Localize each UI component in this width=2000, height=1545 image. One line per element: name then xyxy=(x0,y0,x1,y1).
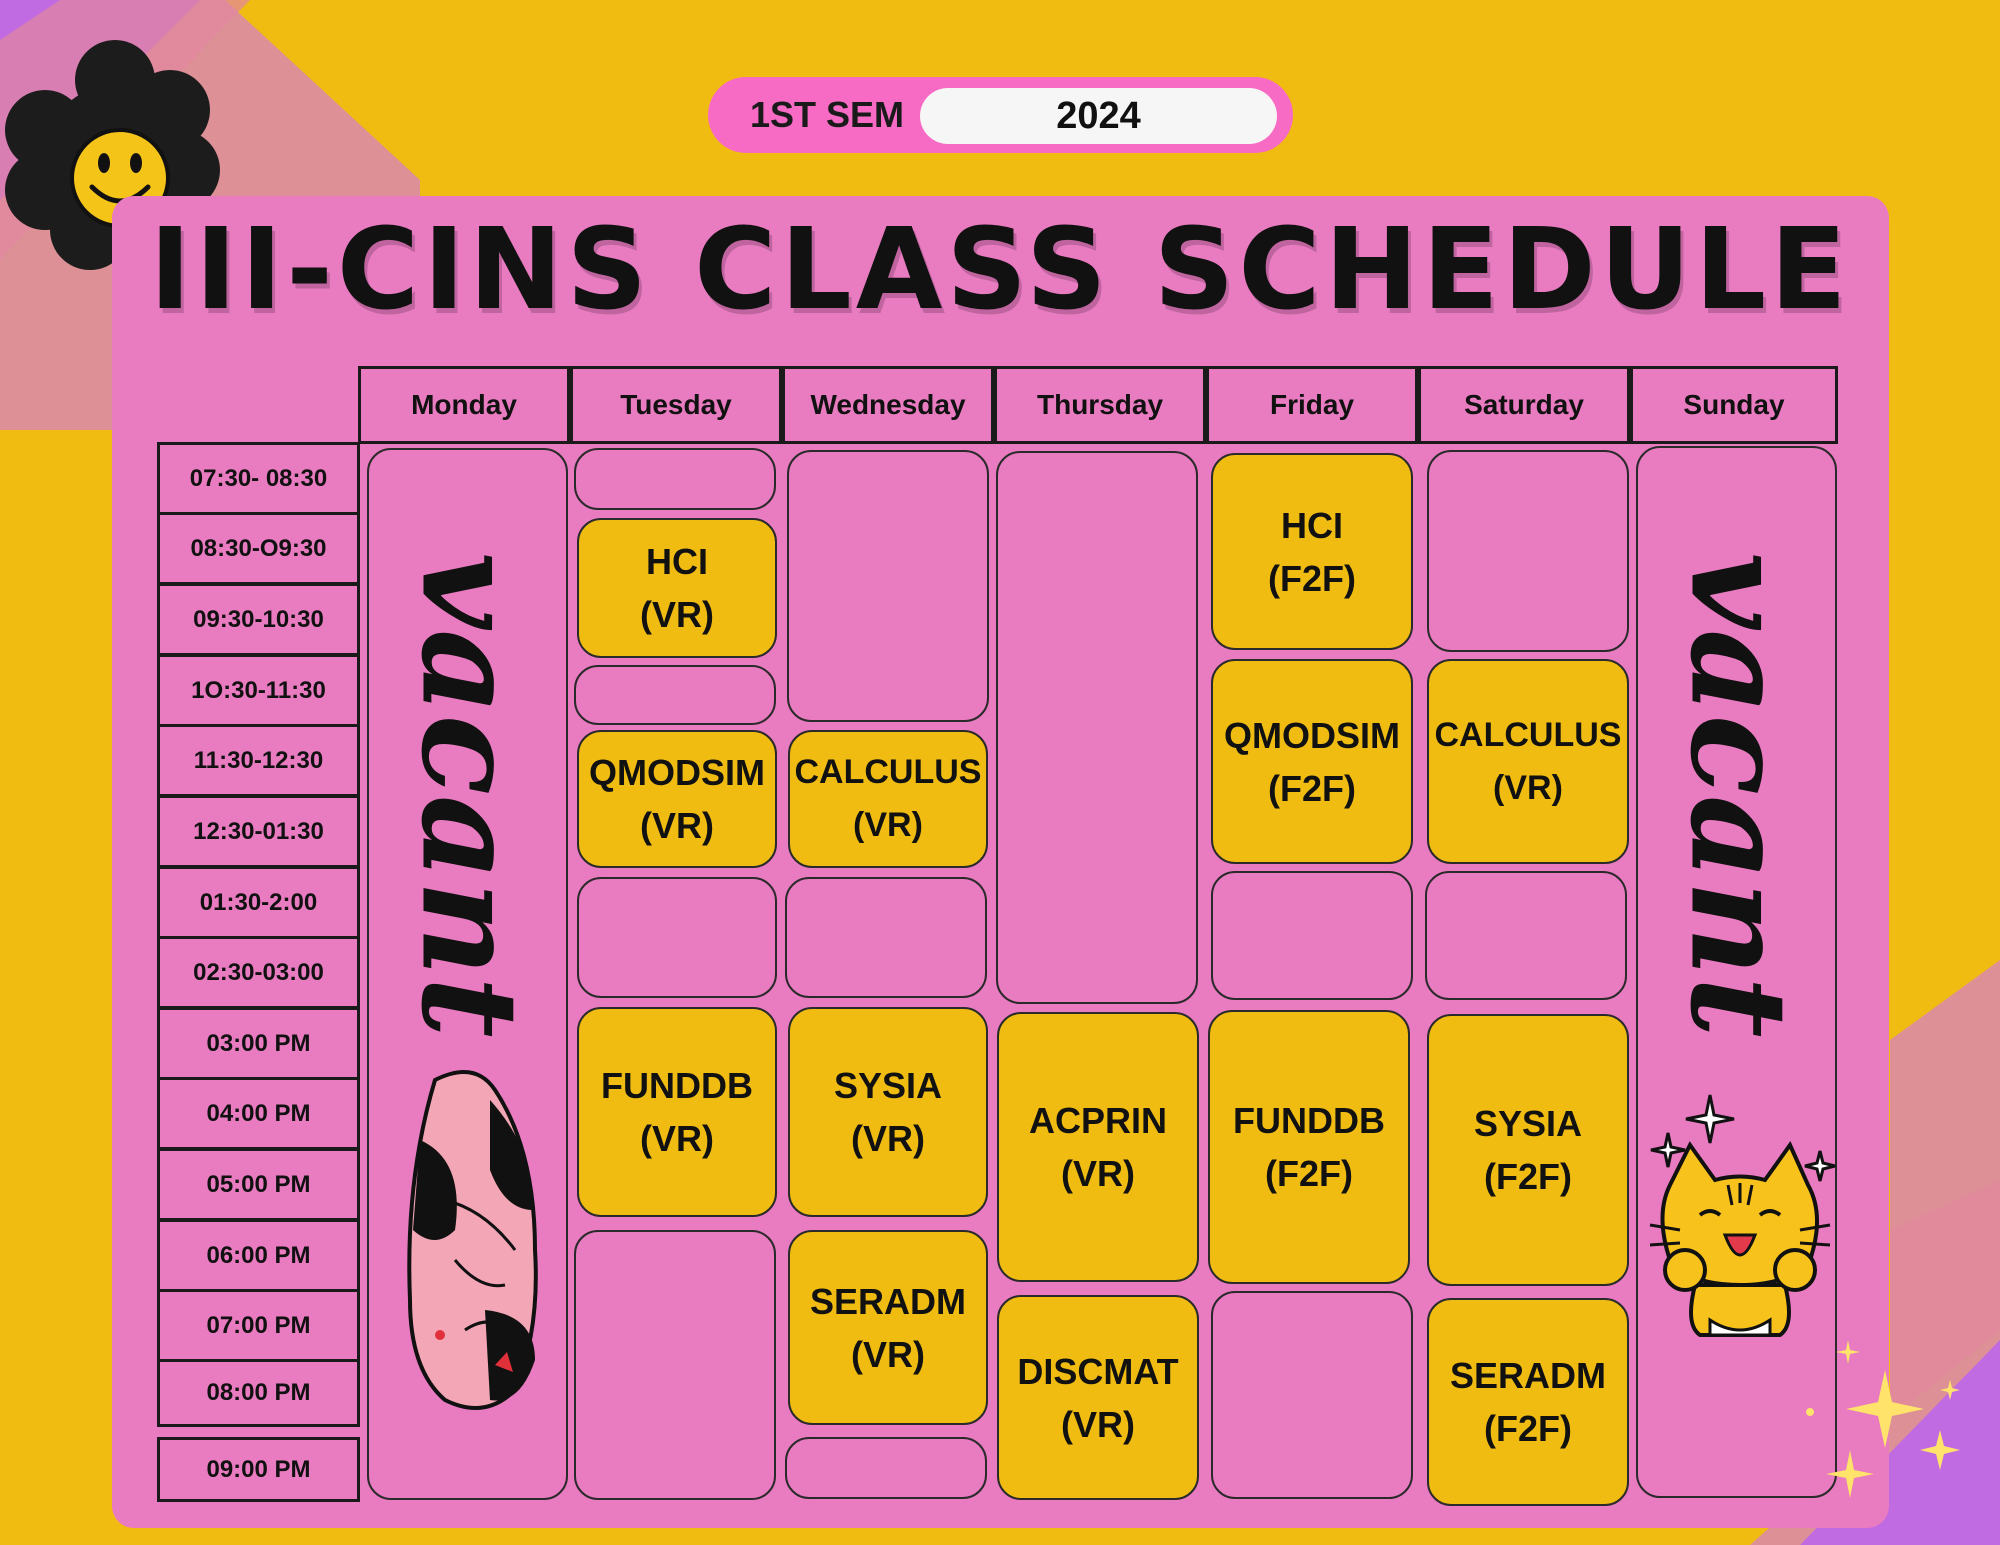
class-label: SERADM (VR) xyxy=(809,1280,966,1375)
sleeping-cat-icon xyxy=(395,1060,555,1420)
time-slot: 07:00 PM xyxy=(157,1289,360,1362)
semester-label: 1ST SEM xyxy=(750,94,905,135)
time-slot: 08:30-O9:30 xyxy=(157,512,360,585)
time-slot: 06:00 PM xyxy=(157,1219,360,1292)
day-header-wednesday: Wednesday xyxy=(782,366,994,444)
class-label: QMODSIM (F2F) xyxy=(1224,714,1400,809)
class-label: HCI (VR) xyxy=(640,541,714,635)
empty-slot xyxy=(577,877,777,998)
class-label: ACPRIN (VR) xyxy=(1028,1100,1167,1194)
empty-slot xyxy=(996,451,1198,1004)
empty-slot xyxy=(787,450,989,722)
empty-slot xyxy=(574,1230,776,1500)
class-block[interactable]: SYSIA (F2F) xyxy=(1427,1014,1629,1286)
time-slot: 11:30-12:30 xyxy=(157,724,360,797)
day-header-friday: Friday xyxy=(1206,366,1418,444)
empty-slot xyxy=(1211,871,1413,1000)
day-header-saturday: Saturday xyxy=(1418,366,1630,444)
empty-slot xyxy=(1211,1291,1413,1499)
day-header-monday: Monday xyxy=(358,366,570,444)
sparkle-icon xyxy=(1790,1330,1990,1530)
class-block[interactable]: QMODSIM (F2F) xyxy=(1211,659,1413,864)
class-label: DISCMAT (VR) xyxy=(1017,1350,1179,1445)
class-block[interactable]: FUNDDB (VR) xyxy=(577,1007,777,1217)
class-block[interactable]: CALCULUS (VR) xyxy=(788,730,988,868)
class-label: HCI (F2F) xyxy=(1268,504,1356,599)
time-slot: 09:30-10:30 xyxy=(157,583,360,656)
time-slot: 12:30-01:30 xyxy=(157,795,360,868)
empty-slot xyxy=(1425,871,1627,1000)
class-label: QMODSIM (VR) xyxy=(589,752,765,846)
class-label: SYSIA (VR) xyxy=(833,1065,943,1159)
page-title: III-CINS CLASS SCHEDULE xyxy=(149,205,1851,335)
time-slot: 05:00 PM xyxy=(157,1148,360,1221)
empty-slot xyxy=(785,877,987,998)
empty-slot xyxy=(574,665,776,725)
day-header-thursday: Thursday xyxy=(994,366,1206,444)
vacant-label: vacant xyxy=(1660,552,1816,1038)
class-block[interactable]: CALCULUS (VR) xyxy=(1427,659,1629,864)
time-slot: 02:30-03:00 xyxy=(157,936,360,1009)
time-slot: 07:30- 08:30 xyxy=(157,442,360,515)
time-slot: 1O:30-11:30 xyxy=(157,654,360,727)
class-block[interactable]: FUNDDB (F2F) xyxy=(1208,1010,1410,1284)
empty-slot xyxy=(785,1437,987,1499)
class-label: CALCULUS (VR) xyxy=(1434,715,1622,807)
empty-slot xyxy=(1427,450,1629,652)
day-header-tuesday: Tuesday xyxy=(570,366,782,444)
empty-slot xyxy=(574,448,776,510)
class-label: FUNDDB (VR) xyxy=(601,1065,753,1159)
class-label: SYSIA (F2F) xyxy=(1473,1103,1583,1197)
class-block[interactable]: DISCMAT (VR) xyxy=(997,1295,1199,1500)
time-slot: 09:00 PM xyxy=(157,1437,360,1502)
class-label: FUNDDB (F2F) xyxy=(1233,1100,1385,1194)
class-block[interactable]: QMODSIM (VR) xyxy=(577,730,777,868)
class-block[interactable]: HCI (F2F) xyxy=(1211,453,1413,650)
vacant-label: vacant xyxy=(391,552,547,1038)
time-slot: 04:00 PM xyxy=(157,1077,360,1150)
year-label: 2024 xyxy=(920,88,1277,144)
happy-cat-icon xyxy=(1640,1085,1840,1340)
time-slot: 08:00 PM xyxy=(157,1359,360,1427)
class-block[interactable]: HCI (VR) xyxy=(577,518,777,658)
class-block[interactable]: SYSIA (VR) xyxy=(788,1007,988,1217)
class-block[interactable]: SERADM (VR) xyxy=(788,1230,988,1425)
day-header-sunday: Sunday xyxy=(1630,366,1838,444)
time-slot: 01:30-2:00 xyxy=(157,866,360,939)
class-block[interactable]: ACPRIN (VR) xyxy=(997,1012,1199,1282)
class-label: SERADM (F2F) xyxy=(1449,1355,1606,1449)
class-label: CALCULUS (VR) xyxy=(794,753,982,844)
time-slot: 03:00 PM xyxy=(157,1007,360,1080)
class-block[interactable]: SERADM (F2F) xyxy=(1427,1298,1629,1506)
